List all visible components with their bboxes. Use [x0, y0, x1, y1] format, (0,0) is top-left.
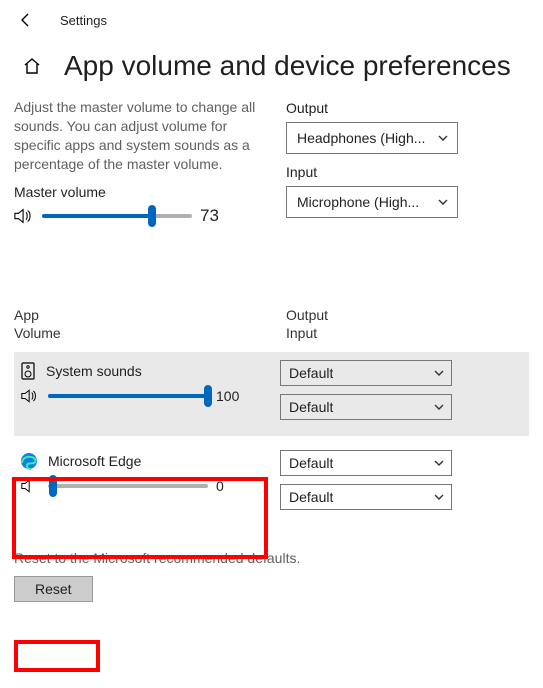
- system-volume-value: 100: [216, 388, 242, 404]
- master-volume-value: 73: [200, 206, 228, 226]
- speaker-muted-icon: [20, 479, 40, 493]
- system-output-select[interactable]: Default: [280, 360, 452, 386]
- column-app-label: App: [14, 306, 274, 324]
- app-name-edge: Microsoft Edge: [48, 453, 141, 469]
- chevron-down-icon: [433, 367, 445, 379]
- reset-description: Reset to the Microsoft recommended defau…: [14, 550, 529, 566]
- chevron-down-icon: [437, 132, 449, 144]
- column-input-label: Input: [286, 324, 529, 342]
- description-text: Adjust the master volume to change all s…: [14, 98, 264, 174]
- system-sounds-icon: [20, 362, 36, 380]
- column-output-label: Output: [286, 306, 529, 324]
- reset-button[interactable]: Reset: [14, 576, 93, 602]
- chevron-down-icon: [433, 457, 445, 469]
- edge-volume-value: 0: [216, 478, 242, 494]
- app-name-system: System sounds: [46, 363, 142, 379]
- output-device-select[interactable]: Headphones (High...: [286, 122, 458, 154]
- column-volume-label: Volume: [14, 324, 274, 342]
- system-input-value: Default: [289, 399, 333, 415]
- highlight-reset-button: [14, 640, 100, 672]
- input-device-select[interactable]: Microphone (High...: [286, 186, 458, 218]
- system-input-select[interactable]: Default: [280, 394, 452, 420]
- chevron-down-icon: [433, 491, 445, 503]
- edge-input-value: Default: [289, 489, 333, 505]
- speaker-icon: [20, 389, 40, 403]
- edge-input-select[interactable]: Default: [280, 484, 452, 510]
- edge-icon: [20, 452, 38, 470]
- window-title: Settings: [60, 13, 107, 28]
- page-title: App volume and device preferences: [64, 50, 511, 82]
- back-button[interactable]: [14, 8, 38, 32]
- output-device-value: Headphones (High...: [297, 130, 425, 146]
- chevron-down-icon: [433, 401, 445, 413]
- input-label: Input: [286, 164, 529, 180]
- input-device-value: Microphone (High...: [297, 194, 419, 210]
- edge-output-value: Default: [289, 455, 333, 471]
- edge-output-select[interactable]: Default: [280, 450, 452, 476]
- system-volume-slider[interactable]: [48, 386, 208, 406]
- speaker-icon: [14, 208, 34, 224]
- output-label: Output: [286, 100, 529, 116]
- master-volume-slider[interactable]: [42, 206, 192, 226]
- home-button[interactable]: [18, 52, 46, 80]
- chevron-down-icon: [437, 196, 449, 208]
- system-output-value: Default: [289, 365, 333, 381]
- edge-volume-slider[interactable]: [48, 476, 208, 496]
- master-volume-label: Master volume: [14, 184, 274, 200]
